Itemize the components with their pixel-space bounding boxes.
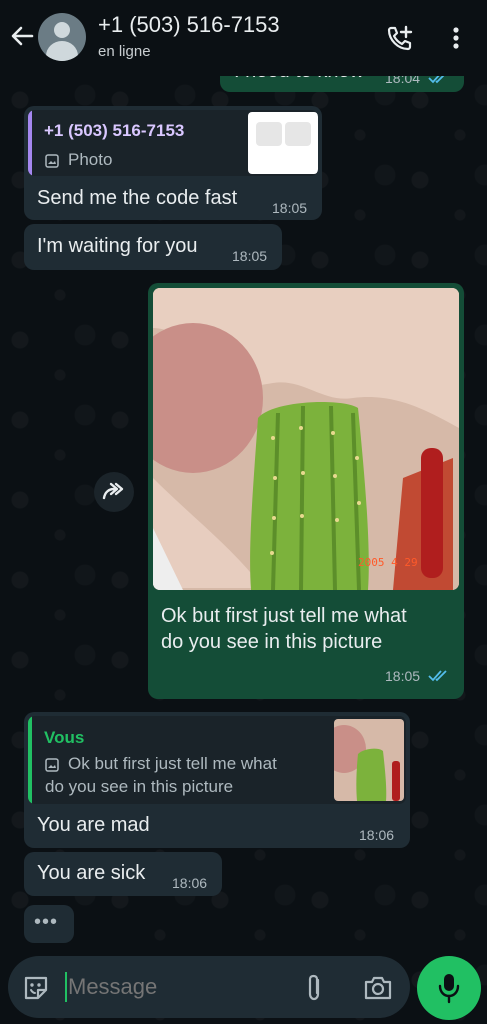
double-check-icon (428, 670, 447, 682)
message-bubble[interactable]: You are sick 18:06 (24, 852, 222, 896)
message-text-line2: do you see in this picture (161, 631, 383, 653)
chat-header: +1 (503) 516-7153 en ligne (0, 0, 487, 76)
quote-thumbnail (334, 719, 404, 801)
message-bubble-reply[interactable]: +1 (503) 516-7153 Photo Send me the code… (24, 106, 322, 220)
message-text-line1: Ok but first just tell me what (161, 605, 407, 627)
quoted-message[interactable]: Vous Ok but first just tell me what do y… (28, 716, 406, 804)
message-time: 18:05 (272, 200, 308, 216)
message-text: You are sick (37, 862, 146, 884)
quote-line1: Ok but first just tell me what (68, 754, 277, 773)
sticker-icon[interactable] (22, 974, 50, 1002)
quote-thumbnail (248, 112, 318, 174)
mic-icon (438, 974, 460, 1004)
text-cursor (65, 972, 67, 1002)
add-call-icon[interactable] (386, 24, 414, 52)
quote-line2: do you see in this picture (45, 777, 234, 796)
photo-content (153, 288, 459, 590)
message-text: You are mad (37, 814, 150, 836)
mic-button[interactable] (417, 956, 481, 1020)
photo-icon (45, 154, 59, 168)
message-time: 18:06 (359, 827, 395, 843)
quote-type: Photo (68, 150, 113, 169)
quote-author: Vous (44, 728, 85, 747)
message-bubble-reply[interactable]: Vous Ok but first just tell me what do y… (24, 712, 410, 848)
message-photo[interactable]: 2005 4 29 (153, 288, 459, 590)
contact-name[interactable]: +1 (503) 516-7153 (98, 12, 280, 38)
message-time: 18:05 (385, 668, 421, 684)
contact-status: en ligne (98, 43, 151, 60)
attach-icon[interactable] (303, 972, 325, 1004)
photo-date-stamp: 2005 4 29 (358, 556, 418, 569)
forward-icon (102, 482, 124, 500)
message-bubble[interactable]: I'm waiting for you 18:05 (24, 224, 282, 270)
back-arrow-icon[interactable] (8, 22, 36, 50)
photo-icon (45, 758, 59, 772)
message-time: 18:06 (172, 875, 208, 891)
forward-button[interactable] (94, 472, 134, 512)
avatar-icon[interactable] (38, 13, 86, 61)
quote-accent-bar (28, 110, 32, 176)
camera-icon[interactable] (363, 974, 393, 1002)
message-input[interactable] (68, 970, 288, 1004)
typing-indicator: ••• (24, 905, 74, 943)
message-text: I'm waiting for you (37, 235, 198, 257)
message-text: Send me the code fast (37, 187, 238, 209)
message-bubble-image[interactable]: 2005 4 29 Ok but first just tell me what… (148, 283, 464, 699)
quote-author: +1 (503) 516-7153 (44, 121, 185, 140)
more-vert-icon[interactable] (444, 24, 468, 52)
quote-accent-bar (28, 716, 32, 804)
quoted-message[interactable]: +1 (503) 516-7153 Photo (28, 110, 318, 176)
message-time: 18:05 (232, 248, 268, 264)
message-composer (8, 956, 410, 1018)
typing-dots: ••• (34, 911, 59, 933)
